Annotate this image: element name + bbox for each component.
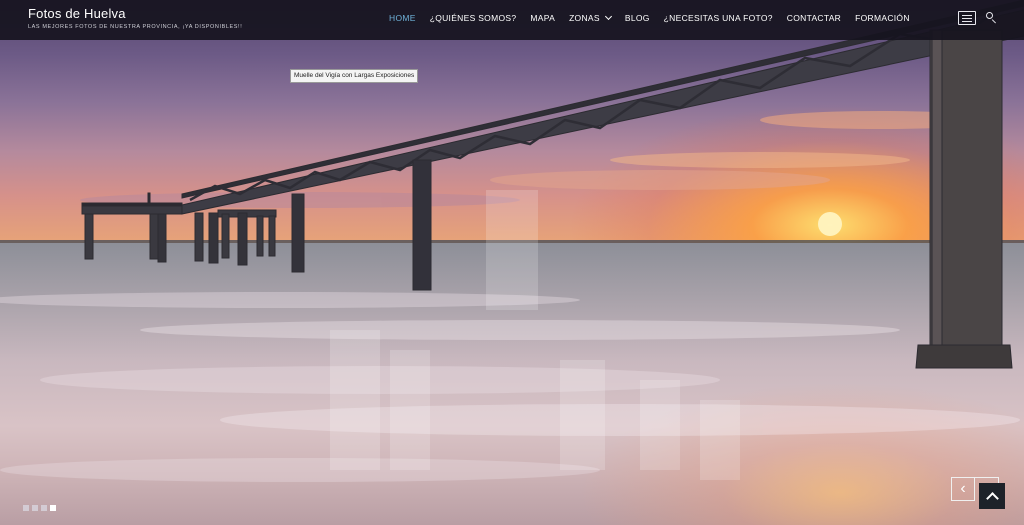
slide-dot[interactable] — [23, 505, 29, 511]
slide-dot[interactable] — [32, 505, 38, 511]
nav-item-label: MAPA — [530, 13, 556, 23]
prev-slide-button[interactable]: ‹ — [951, 477, 975, 501]
nav-item-label: CONTACTAR — [786, 13, 842, 23]
site-title[interactable]: Fotos de Huelva — [28, 6, 126, 21]
search-icon[interactable] — [986, 12, 996, 24]
nav-item-label: ZONAS — [569, 13, 600, 23]
back-to-top-button[interactable] — [979, 483, 1005, 509]
pier-photo — [0, 0, 1024, 482]
main-nav: HOME ¿QUIÉNES SOMOS? MAPA ZONAS BLOG ¿NE… — [382, 12, 917, 23]
slide-dot[interactable] — [41, 505, 47, 511]
site-header: Fotos de Huelva LAS MEJORES FOTOS DE NUE… — [0, 0, 1024, 40]
nav-item-quienes-somos[interactable]: ¿QUIÉNES SOMOS? — [423, 13, 524, 23]
nav-item-label: BLOG — [624, 13, 650, 23]
slide-dot-active[interactable] — [50, 505, 56, 511]
nav-item-label: HOME — [389, 13, 416, 23]
site-tagline: LAS MEJORES FOTOS DE NUESTRA PROVINCIA, … — [28, 24, 243, 30]
water-streaks — [0, 292, 1020, 482]
nav-item-necesitas-una-foto[interactable]: ¿NECESITAS UNA FOTO? — [657, 13, 780, 23]
sun — [818, 212, 842, 236]
nav-item-zonas[interactable]: ZONAS — [562, 12, 618, 23]
nav-item-mapa[interactable]: MAPA — [523, 13, 562, 23]
nav-item-label: ¿QUIÉNES SOMOS? — [429, 13, 517, 23]
nav-item-label: ¿NECESITAS UNA FOTO? — [663, 13, 773, 23]
nav-item-formacion[interactable]: FORMACIÓN — [848, 13, 917, 23]
nav-item-home[interactable]: HOME — [382, 13, 423, 23]
slide-caption: Muelle del Vigía con Largas Exposiciones — [290, 69, 419, 83]
chevron-left-icon: ‹ — [960, 480, 966, 497]
nav-item-contactar[interactable]: CONTACTAR — [780, 13, 848, 23]
menu-icon[interactable] — [958, 11, 976, 25]
nav-item-label: FORMACIÓN — [855, 13, 910, 23]
nav-item-blog[interactable]: BLOG — [618, 13, 657, 23]
hero-slider — [0, 0, 1024, 525]
chevron-down-icon — [604, 12, 612, 21]
slide-pagination — [23, 505, 56, 511]
